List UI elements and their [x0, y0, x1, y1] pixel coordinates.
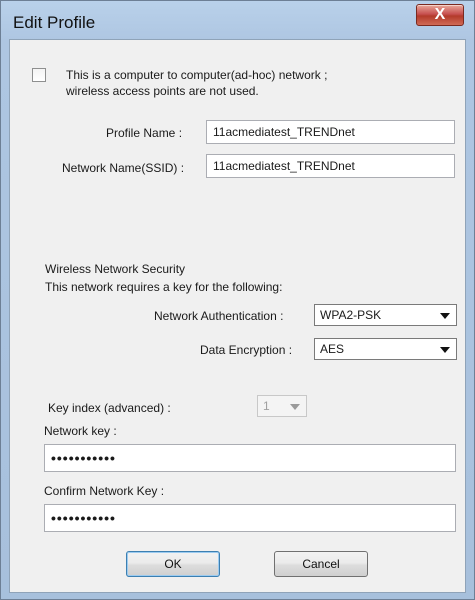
data-encryption-value: AES — [320, 342, 345, 356]
ssid-label: Network Name(SSID) : — [62, 161, 185, 175]
network-authentication-value: WPA2-PSK — [320, 308, 382, 322]
key-index-select[interactable]: 1 — [257, 395, 307, 417]
close-button[interactable]: X — [416, 4, 464, 26]
ssid-input[interactable]: 11acmediatest_TRENDnet — [206, 154, 455, 178]
window-title: Edit Profile — [13, 13, 96, 32]
title-bar[interactable]: Edit Profile X — [1, 1, 474, 39]
network-authentication-label: Network Authentication : — [154, 309, 284, 323]
profile-name-input[interactable]: 11acmediatest_TRENDnet — [206, 120, 455, 144]
chevron-down-icon — [290, 404, 300, 410]
network-key-label: Network key : — [44, 424, 117, 438]
chevron-down-icon — [440, 313, 450, 319]
chevron-down-icon — [440, 347, 450, 353]
network-key-input[interactable]: ••••••••••• — [44, 444, 456, 472]
confirm-network-key-label: Confirm Network Key : — [44, 484, 165, 498]
key-index-value: 1 — [263, 399, 270, 413]
edit-profile-dialog: Edit Profile X This is a computer to com… — [0, 0, 475, 600]
close-icon: X — [434, 6, 446, 23]
security-subheading: This network requires a key for the foll… — [45, 280, 283, 294]
cancel-button[interactable]: Cancel — [274, 551, 368, 577]
key-index-label: Key index (advanced) : — [48, 401, 171, 415]
adhoc-label-line1: This is a computer to computer(ad-hoc) n… — [66, 68, 328, 82]
security-heading: Wireless Network Security — [45, 262, 186, 276]
data-encryption-select[interactable]: AES — [314, 338, 457, 360]
adhoc-checkbox[interactable] — [32, 68, 46, 82]
confirm-network-key-input[interactable]: ••••••••••• — [44, 504, 456, 532]
profile-name-label: Profile Name : — [106, 126, 183, 140]
ok-button[interactable]: OK — [126, 551, 220, 577]
adhoc-label-line2: wireless access points are not used. — [66, 84, 259, 98]
dialog-body: This is a computer to computer(ad-hoc) n… — [9, 39, 466, 593]
adhoc-label: This is a computer to computer(ad-hoc) n… — [66, 67, 327, 99]
network-authentication-select[interactable]: WPA2-PSK — [314, 304, 457, 326]
data-encryption-label: Data Encryption : — [200, 343, 293, 357]
